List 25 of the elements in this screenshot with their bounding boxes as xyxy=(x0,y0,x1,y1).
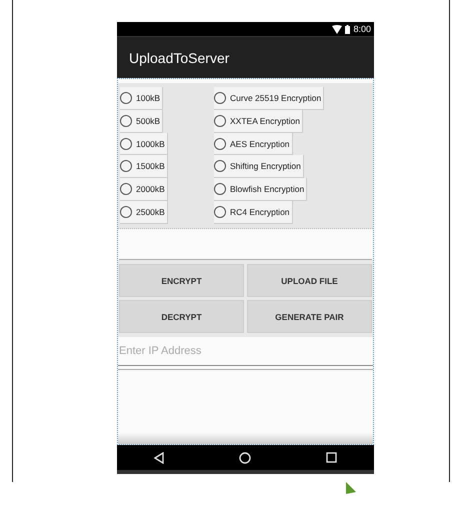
encryption-radio[interactable]: XXTEA Encryption xyxy=(214,110,303,133)
size-radio[interactable]: 1500kB xyxy=(120,155,168,178)
encryption-radio[interactable]: Curve 25519 Encryption xyxy=(214,87,324,110)
encryption-radio[interactable]: Shifting Encryption xyxy=(214,155,304,178)
encryption-radio[interactable]: Blowfish Encryption xyxy=(214,178,308,202)
action-button[interactable]: ENCRYPT xyxy=(119,264,244,297)
cursor-icon xyxy=(346,482,356,494)
action-button[interactable]: GENERATE PAIR xyxy=(247,300,372,333)
battery-icon xyxy=(345,24,350,34)
size-radio[interactable]: 2500kB xyxy=(120,201,168,224)
home-icon[interactable] xyxy=(238,452,251,464)
encryption-radio[interactable]: AES Encryption xyxy=(214,132,293,156)
app-title: UploadToServer xyxy=(129,50,230,66)
encryption-radio[interactable]: RC4 Encryption xyxy=(214,201,293,224)
wifi-icon xyxy=(332,24,342,34)
recents-icon[interactable] xyxy=(326,452,337,463)
size-radio[interactable]: 500kB xyxy=(120,110,164,133)
status-time: 8:00 xyxy=(353,24,371,34)
back-icon[interactable] xyxy=(154,452,164,464)
size-radio[interactable]: 100kB xyxy=(120,87,164,110)
size-radio[interactable]: 1000kB xyxy=(120,132,168,156)
size-radio[interactable]: 2000kB xyxy=(120,178,168,202)
ip-address-field[interactable]: Enter IP Address xyxy=(118,337,373,366)
action-button[interactable]: UPLOAD FILE xyxy=(247,264,372,297)
action-button[interactable]: DECRYPT xyxy=(119,300,244,333)
